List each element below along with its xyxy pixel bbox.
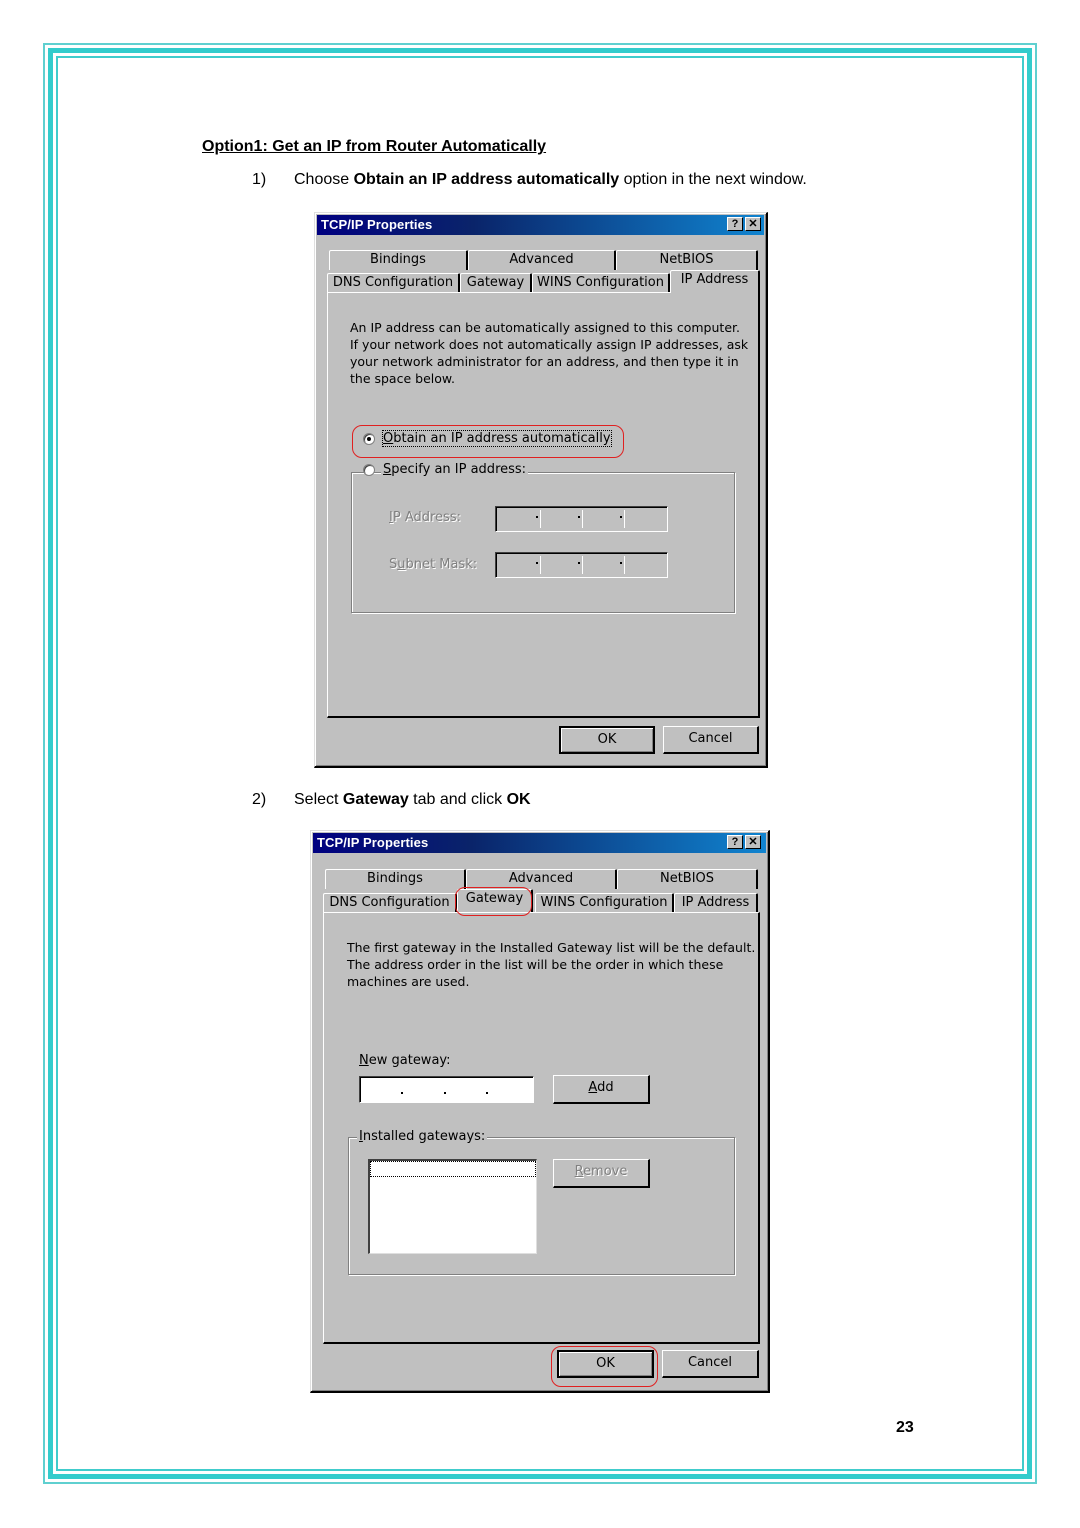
tab-bindings[interactable]: Bindings	[329, 250, 468, 270]
label-ip-address: IP Address:	[389, 510, 461, 525]
tab-wins-configuration[interactable]: WINS Configuration	[532, 273, 670, 293]
tab-dns-configuration[interactable]: DNS Configuration	[323, 893, 457, 913]
page-number: 23	[896, 1419, 914, 1436]
tab-gateway[interactable]: Gateway	[457, 889, 533, 912]
description-line: An IP address can be automatically assig…	[350, 320, 740, 335]
label-subnet-mask: Subnet Mask:	[389, 557, 478, 572]
specify-ip-groupbox	[351, 472, 735, 613]
cancel-button[interactable]: Cancel	[663, 726, 759, 754]
radio-obtain-automatically[interactable]	[363, 433, 375, 445]
tab-gateway[interactable]: Gateway	[460, 273, 532, 293]
label-obtain-automatically[interactable]: Obtain an IP address automatically	[382, 430, 612, 447]
title-bar: TCP/IP Properties ? ✕	[317, 215, 764, 235]
cancel-button[interactable]: Cancel	[662, 1350, 759, 1378]
step-number: 2)	[252, 791, 267, 808]
description-line: The address order in the list will be th…	[347, 957, 724, 972]
close-button[interactable]: ✕	[745, 835, 761, 849]
tab-panel-ip-address: An IP address can be automatically assig…	[327, 292, 760, 718]
help-button[interactable]: ?	[727, 835, 743, 849]
tab-bindings[interactable]: Bindings	[325, 869, 466, 889]
tcpip-dialog-ip-address: TCP/IP Properties ? ✕ Bindings Advanced …	[314, 212, 768, 768]
step-number: 1)	[252, 171, 267, 188]
help-button[interactable]: ?	[727, 217, 743, 231]
tab-ip-address[interactable]: IP Address	[674, 893, 758, 913]
help-icon: ?	[731, 218, 739, 230]
close-icon: ✕	[748, 218, 758, 230]
section-heading: Option1: Get an IP from Router Automatic…	[202, 138, 547, 155]
close-button[interactable]: ✕	[745, 217, 761, 231]
tcpip-dialog-gateway: TCP/IP Properties ? ✕ Bindings Advanced …	[310, 830, 770, 1393]
tab-netbios[interactable]: NetBIOS	[617, 869, 758, 889]
close-icon: ✕	[748, 836, 758, 848]
add-button[interactable]: Add	[553, 1075, 650, 1104]
ok-button[interactable]: OK	[557, 1350, 654, 1378]
installed-gateways-list[interactable]	[368, 1159, 537, 1254]
subnet-mask-field[interactable]	[495, 552, 668, 578]
help-icon: ?	[731, 836, 739, 848]
step-text: Select Gateway tab and click OK	[294, 791, 531, 808]
radio-selected-dot	[367, 437, 371, 441]
dialog-title: TCP/IP Properties	[321, 217, 433, 232]
dialog-title: TCP/IP Properties	[317, 835, 429, 850]
description-line: The first gateway in the Installed Gatew…	[347, 940, 756, 955]
label-installed-gateways: Installed gateways:	[357, 1129, 488, 1144]
tab-advanced[interactable]: Advanced	[466, 869, 617, 889]
description-line: machines are used.	[347, 974, 470, 989]
list-focus-row[interactable]	[370, 1161, 536, 1177]
label-new-gateway: New gateway:	[359, 1053, 451, 1068]
tab-ip-address[interactable]: IP Address	[670, 270, 760, 293]
tab-wins-configuration[interactable]: WINS Configuration	[535, 893, 674, 913]
ip-address-field[interactable]	[495, 506, 668, 532]
new-gateway-field[interactable]	[359, 1076, 534, 1103]
description-line: the space below.	[350, 371, 455, 386]
title-bar: TCP/IP Properties ? ✕	[313, 833, 766, 853]
tab-netbios[interactable]: NetBIOS	[616, 250, 758, 270]
label-specify-ip[interactable]: Specify an IP address:	[381, 462, 529, 477]
step-text: Choose Obtain an IP address automaticall…	[294, 171, 807, 188]
tab-dns-configuration[interactable]: DNS Configuration	[327, 273, 460, 293]
tab-panel-gateway: The first gateway in the Installed Gatew…	[323, 912, 760, 1344]
ok-button[interactable]: OK	[559, 726, 655, 754]
radio-specify-ip[interactable]	[363, 464, 375, 476]
description-line: your network administrator for an addres…	[350, 354, 739, 369]
tab-advanced[interactable]: Advanced	[468, 250, 616, 270]
remove-button[interactable]: Remove	[553, 1159, 650, 1188]
description-line: If your network does not automatically a…	[350, 337, 749, 352]
